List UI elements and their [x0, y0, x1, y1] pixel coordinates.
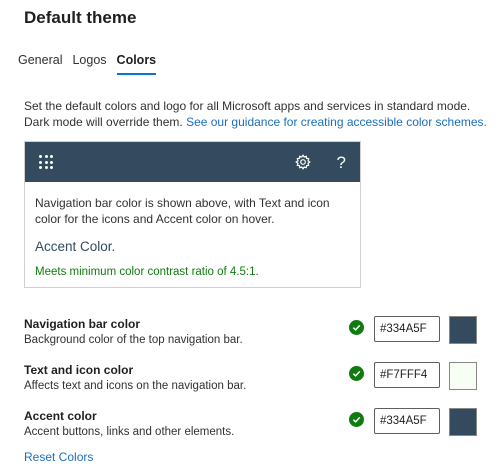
accent-color-input[interactable] — [374, 408, 440, 434]
check-icon — [349, 366, 364, 381]
check-icon — [349, 412, 364, 427]
question-icon: ? — [336, 152, 346, 172]
reset-colors-link[interactable]: Reset Colors — [24, 450, 93, 464]
setting-navigation-bar-color: Navigation bar color Background color of… — [24, 316, 484, 352]
waffle-icon — [39, 155, 53, 169]
accent-color-swatch[interactable] — [449, 408, 477, 436]
gear-icon — [294, 154, 311, 170]
setting-accent-color: Accent color Accent buttons, links and o… — [24, 408, 484, 444]
tab-colors[interactable]: Colors — [116, 53, 157, 75]
preview-body: Navigation bar color is shown above, wit… — [25, 182, 360, 278]
check-icon — [349, 320, 364, 335]
text-and-icon-color-input[interactable] — [374, 362, 440, 388]
preview-description: Navigation bar color is shown above, wit… — [35, 196, 330, 226]
tab-bar: General Logos Colors — [18, 53, 157, 75]
accent-color-sample: Accent Color. — [35, 239, 116, 254]
theme-preview: ? Navigation bar color is shown above, w… — [24, 141, 361, 288]
guidance-link[interactable]: See our guidance for creating accessible… — [186, 115, 487, 129]
text-and-icon-color-swatch[interactable] — [449, 362, 477, 390]
preview-nav-icons: ? — [294, 152, 346, 172]
tab-logos[interactable]: Logos — [72, 53, 106, 75]
preview-navigation-bar: ? — [25, 142, 360, 182]
navigation-bar-color-input[interactable] — [374, 316, 440, 342]
contrast-message: Meets minimum color contrast ratio of 4.… — [35, 266, 259, 278]
setting-text-and-icon-color: Text and icon color Affects text and ico… — [24, 362, 484, 398]
navigation-bar-color-swatch[interactable] — [449, 316, 477, 344]
description: Set the default colors and logo for all … — [24, 98, 494, 130]
tab-general[interactable]: General — [18, 53, 62, 75]
page-title: Default theme — [24, 8, 137, 27]
